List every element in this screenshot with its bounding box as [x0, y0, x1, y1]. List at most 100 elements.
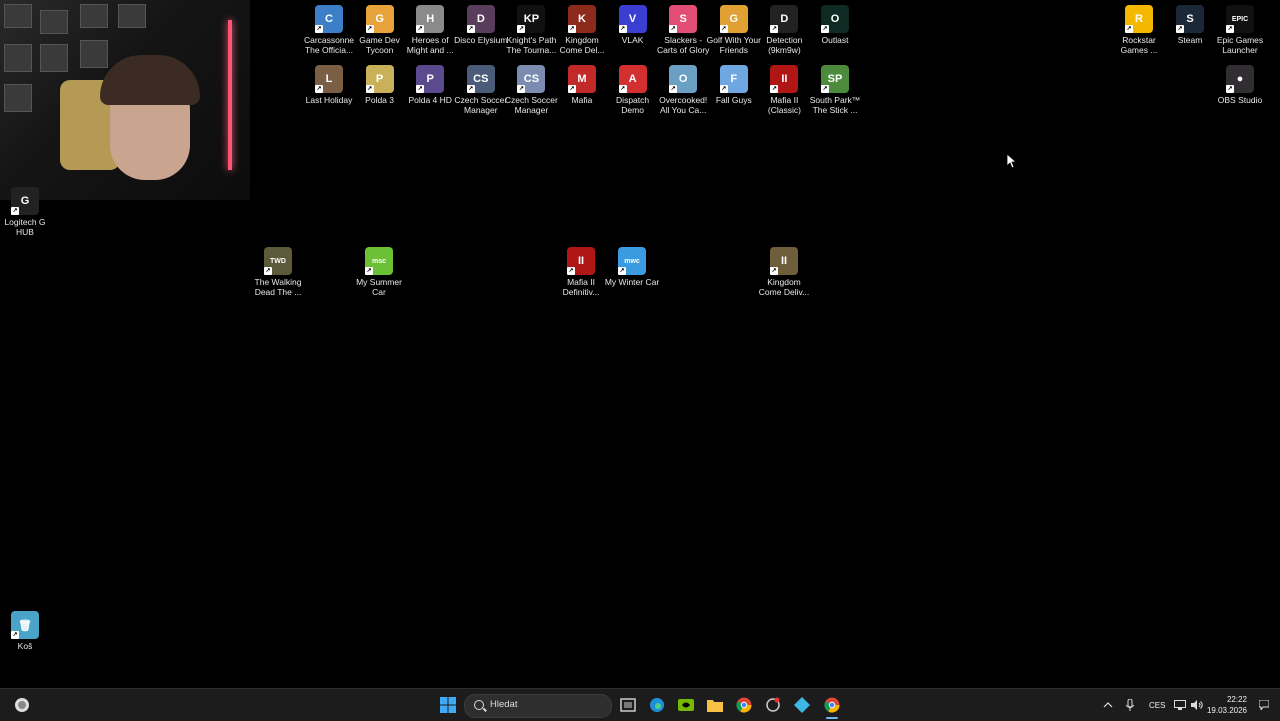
desktop-shortcut[interactable]: O ↗ Overcooked! All You Ca... — [655, 65, 711, 115]
shortcut-label: Disco Elysium — [454, 35, 508, 45]
volume-icon[interactable] — [1187, 695, 1207, 715]
microphone-icon[interactable] — [1120, 695, 1140, 715]
chevron-up-icon[interactable] — [1098, 695, 1118, 715]
search-icon — [474, 700, 484, 710]
widgets-icon[interactable] — [12, 695, 32, 715]
app-icon: C ↗ — [315, 5, 343, 33]
app-icon: L ↗ — [315, 65, 343, 93]
desktop-shortcut[interactable]: F ↗ Fall Guys — [706, 65, 762, 105]
desktop-shortcut[interactable]: K ↗ Kingdom Come Del... — [554, 5, 610, 55]
desktop-shortcut[interactable]: 🗑 ↗ Koš — [0, 611, 53, 651]
app-icon: II ↗ — [567, 247, 595, 275]
shortcut-label: Knight's Path The Tourna... — [506, 35, 557, 55]
desktop-shortcut[interactable]: G ↗ Game Dev Tycoon — [352, 5, 408, 55]
shortcut-arrow-icon: ↗ — [770, 267, 778, 275]
shortcut-label: OBS Studio — [1217, 95, 1263, 105]
shortcut-label: Kingdom Come Del... — [559, 35, 605, 55]
shortcut-label: Slackers - Carts of Glory — [656, 35, 710, 55]
desktop-shortcut[interactable]: SP ↗ South Park™ The Stick ... — [807, 65, 863, 115]
desktop-shortcut[interactable]: KP ↗ Knight's Path The Tourna... — [503, 5, 559, 55]
clock-date: 19.03.2026 — [1206, 706, 1247, 715]
nvidia-icon[interactable] — [676, 695, 696, 715]
desktop-shortcut[interactable]: P ↗ Polda 3 — [352, 65, 408, 105]
app-icon: D ↗ — [466, 5, 495, 33]
app-icon: CS ↗ — [466, 65, 495, 93]
shortcut-label: Logitech G HUB — [4, 217, 46, 237]
desktop-shortcut[interactable]: C ↗ Carcassonne The Officia... — [301, 5, 357, 55]
desktop-shortcut[interactable]: O ↗ Outlast — [807, 5, 863, 45]
shortcut-label: Czech Soccer Manager — [454, 95, 508, 115]
file-explorer-icon[interactable] — [705, 695, 725, 715]
desktop-shortcut[interactable]: EPIC ↗ Epic Games Launcher — [1212, 5, 1268, 55]
shortcut-arrow-icon: ↗ — [315, 25, 323, 33]
app-icon: msc ↗ — [365, 247, 393, 275]
shortcut-arrow-icon: ↗ — [669, 25, 678, 33]
desktop-shortcut[interactable]: H ↗ Heroes of Might and ... — [402, 5, 458, 55]
shortcut-arrow-icon: ↗ — [618, 267, 626, 275]
shortcut-arrow-icon: ↗ — [821, 25, 829, 33]
desktop-shortcut[interactable]: M ↗ Mafia — [554, 65, 610, 105]
shortcut-arrow-icon: ↗ — [719, 25, 728, 33]
start-button[interactable] — [438, 695, 458, 715]
clock[interactable]: 22:22 19.03.2026 — [1207, 694, 1247, 716]
shortcut-arrow-icon: ↗ — [416, 25, 425, 33]
desktop-shortcut[interactable]: L ↗ Last Holiday — [301, 65, 357, 105]
desktop-shortcut[interactable]: V ↗ VLAK — [605, 5, 661, 45]
desktop-shortcut[interactable]: P ↗ Polda 4 HD — [402, 65, 458, 105]
shortcut-label: Polda 4 HD — [408, 95, 452, 105]
app-icon: S ↗ — [669, 5, 698, 33]
desktop-shortcut[interactable]: TWD ↗ The Walking Dead The ... — [250, 247, 306, 297]
desktop-shortcut[interactable]: II ↗ Mafia II (Classic) — [756, 65, 812, 115]
desktop-shortcut[interactable]: msc ↗ My Summer Car — [351, 247, 407, 297]
desktop-shortcut[interactable]: A ↗ Dispatch Demo — [605, 65, 661, 115]
app-icon: O ↗ — [821, 5, 849, 33]
shortcut-arrow-icon: ↗ — [466, 25, 475, 33]
shortcut-arrow-icon: ↗ — [365, 85, 374, 93]
task-view-icon[interactable] — [618, 695, 638, 715]
desktop-shortcut[interactable]: G ↗ Logitech G HUB — [0, 187, 53, 237]
recording-app-icon[interactable] — [763, 695, 783, 715]
desktop-shortcut[interactable]: II ↗ Kingdom Come Deliv... — [756, 247, 812, 297]
desktop-shortcut[interactable]: D ↗ Detection (9km9w) — [756, 5, 812, 55]
desktop-shortcut[interactable]: mwc ↗ My Winter Car — [604, 247, 660, 287]
mouse-cursor-icon — [1007, 154, 1017, 169]
desktop-shortcut[interactable]: CS ↗ Czech Soccer Manager — [503, 65, 559, 115]
edge-browser-icon[interactable] — [647, 695, 667, 715]
shortcut-label: Last Holiday — [305, 95, 353, 105]
desktop-shortcut[interactable]: S ↗ Steam — [1162, 5, 1218, 45]
app-icon: KP ↗ — [517, 5, 546, 33]
shortcut-arrow-icon: ↗ — [264, 267, 272, 275]
app-icon: D ↗ — [770, 5, 799, 33]
app-icon: R ↗ — [1125, 5, 1153, 33]
chrome-icon[interactable] — [734, 695, 754, 715]
shortcut-arrow-icon: ↗ — [365, 267, 373, 275]
app-icon: TWD ↗ — [264, 247, 292, 275]
shortcut-label: Detection (9km9w) — [766, 35, 803, 55]
app-icon: M ↗ — [568, 65, 596, 93]
desktop-shortcut[interactable]: G ↗ Golf With Your Friends — [706, 5, 762, 55]
desktop-shortcut[interactable]: R ↗ Rockstar Games ... — [1111, 5, 1167, 55]
shortcut-label: Heroes of Might and ... — [406, 35, 454, 55]
app-icon: K ↗ — [568, 5, 596, 33]
language-indicator[interactable]: CES — [1149, 701, 1165, 710]
kodi-icon[interactable] — [792, 695, 812, 715]
shortcut-arrow-icon: ↗ — [11, 631, 19, 639]
desktop-shortcut[interactable]: II ↗ Mafia II Definitiv... — [553, 247, 609, 297]
notification-icon[interactable] — [1254, 695, 1274, 715]
desktop-shortcut[interactable]: D ↗ Disco Elysium — [453, 5, 509, 45]
shortcut-arrow-icon: ↗ — [517, 25, 526, 33]
shortcut-arrow-icon: ↗ — [1176, 25, 1184, 33]
app-icon: P ↗ — [416, 65, 445, 93]
shortcut-label: Mafia II Definitiv... — [562, 277, 600, 297]
shortcut-arrow-icon: ↗ — [821, 85, 829, 93]
desktop-shortcut[interactable]: ● ↗ OBS Studio — [1212, 65, 1268, 105]
app-icon: O ↗ — [669, 65, 698, 93]
app-icon: ● ↗ — [1226, 65, 1254, 93]
search-box[interactable]: Hledat — [464, 694, 612, 718]
desktop-shortcut[interactable]: CS ↗ Czech Soccer Manager — [453, 65, 509, 115]
chrome-active-icon[interactable] — [822, 695, 842, 719]
desktop-shortcut[interactable]: S ↗ Slackers - Carts of Glory — [655, 5, 711, 55]
shortcut-label: Carcassonne The Officia... — [303, 35, 355, 55]
shortcut-label: My Summer Car — [356, 277, 402, 297]
shortcut-arrow-icon: ↗ — [618, 85, 627, 93]
